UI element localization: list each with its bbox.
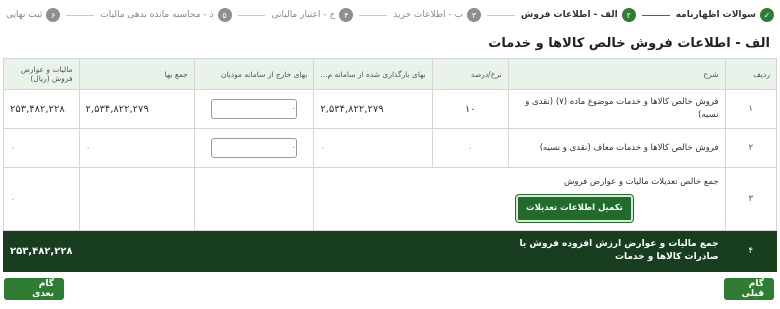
complete-adjustments-button[interactable]: تکمیل اطلاعات تعدیلات <box>515 194 634 223</box>
step-connector <box>641 14 670 16</box>
row-index: ۳ <box>724 167 778 231</box>
outside-value-input[interactable]: ۰ <box>211 99 298 119</box>
step-number: ۵ <box>217 8 232 22</box>
check-icon: ✓ <box>760 8 774 22</box>
system-value: ۲,۵۳۴,۸۲۲,۲۷۹ <box>320 103 384 115</box>
step-number: ۲ <box>621 8 636 22</box>
row-index: ۲ <box>724 128 778 168</box>
step-tax-credit[interactable]: ۴ ج - اعتبار مالیاتی <box>271 8 354 22</box>
step-connector <box>486 14 515 16</box>
row-description: فروش خالص کالاها و خدمات موضوع ماده (۷) … <box>507 89 726 129</box>
total-tax: ۲۵۳,۴۸۲,۲۲۸ <box>3 230 80 272</box>
sum-value: ۲,۵۳۴,۸۲۲,۲۷۹ <box>85 103 149 115</box>
row-sum: ۲,۵۳۴,۸۲۲,۲۷۹ <box>78 89 195 129</box>
row-outside-value <box>193 167 315 231</box>
step-label: الف - اطلاعات فروش <box>520 10 618 20</box>
row-sum <box>78 167 195 231</box>
row-description: جمع خالص تعدیلات مالیات و عوارض فروش تکم… <box>313 167 726 231</box>
total-description: جمع مالیات و عوارض ارزش افزوده فروش یا ص… <box>78 230 726 272</box>
step-label: سوالات اظهارنامه <box>675 10 756 20</box>
header-system-value: بهای بارگذاری شده از سامانه م... <box>313 58 433 90</box>
total-tax-value: ۲۵۳,۴۸۲,۲۲۸ <box>10 245 73 257</box>
row-tax: ۰ <box>3 167 80 231</box>
system-value: ۰ <box>320 142 326 154</box>
header-outside-value: بهای خارج از سامانه مودیان <box>193 58 315 90</box>
adjustments-label: جمع خالص تعدیلات مالیات و عوارض فروش <box>564 177 719 187</box>
header-tax: مالیات و عوارض فروش (ریال) <box>3 58 80 90</box>
row-tax: ۰ <box>3 128 80 168</box>
header-idx: ردیف <box>724 58 778 90</box>
outside-value-input[interactable]: ۰ <box>211 138 298 158</box>
step-number: ۴ <box>339 8 354 22</box>
total-row: ۴ جمع مالیات و عوارض ارزش افزوده فروش یا… <box>3 230 778 272</box>
row-tax: ۲۵۳,۴۸۲,۲۲۸ <box>3 89 80 129</box>
table-row: ۳ جمع خالص تعدیلات مالیات و عوارض فروش ت… <box>3 167 778 231</box>
adjustments-button-wrap: تکمیل اطلاعات تعدیلات <box>320 189 718 223</box>
row-index: ۴ <box>724 230 778 272</box>
header-rate: نرخ/درصد <box>431 58 509 90</box>
total-label: جمع مالیات و عوارض ارزش افزوده فروش یا ص… <box>519 239 719 262</box>
rate-value: ۱۰ <box>464 103 476 115</box>
step-tax-balance[interactable]: ۵ د - محاسبه مانده بدهی مالیات <box>100 8 232 22</box>
row-system-value: ۰ <box>313 128 433 168</box>
row-index: ۱ <box>724 89 778 129</box>
step-connector <box>66 14 95 16</box>
header-desc: شرح <box>507 58 726 90</box>
step-connector <box>359 14 388 16</box>
step-number: ۳ <box>466 8 481 22</box>
tax-value: ۲۵۳,۴۸۲,۲۲۸ <box>10 103 65 115</box>
next-step-button[interactable]: گام بعدی <box>4 278 64 300</box>
row-system-value: ۲,۵۳۴,۸۲۲,۲۷۹ <box>313 89 433 129</box>
row-sum: ۰ <box>78 128 195 168</box>
step-sales-info[interactable]: ۲ الف - اطلاعات فروش <box>521 8 636 22</box>
page-title: الف - اطلاعات فروش خالص کالاها و خدمات <box>488 36 770 51</box>
table-row: ۲ فروش خالص کالاها و خدمات معاف (نقدی و … <box>3 128 778 168</box>
step-number: ۶ <box>46 8 61 22</box>
sum-value: ۰ <box>85 142 91 154</box>
step-purchase-info[interactable]: ۳ ب - اطلاعات خرید <box>393 8 481 22</box>
row-outside-value: ۰ <box>193 128 315 168</box>
row-outside-value: ۰ <box>193 89 315 129</box>
table-row: ۱ فروش خالص کالاها و خدمات موضوع ماده (۷… <box>3 89 778 129</box>
previous-step-button[interactable]: گام قبلی <box>724 278 774 300</box>
header-sum: جمع بها <box>78 58 195 90</box>
row-rate: ۰ <box>431 128 509 168</box>
step-final-submit[interactable]: ۶ ثبت نهایی <box>5 8 61 22</box>
progress-stepper: ✓ سوالات اظهارنامه ۲ الف - اطلاعات فروش … <box>0 0 780 30</box>
step-label: ب - اطلاعات خرید <box>393 10 463 20</box>
step-connector <box>237 14 266 16</box>
tax-value: ۰ <box>10 193 16 205</box>
table-header-row: ردیف شرح نرخ/درصد بهای بارگذاری شده از س… <box>3 58 778 90</box>
rate-value: ۰ <box>467 142 473 154</box>
sales-table: ردیف شرح نرخ/درصد بهای بارگذاری شده از س… <box>3 58 778 272</box>
step-label: ثبت نهایی <box>5 10 43 20</box>
row-description: فروش خالص کالاها و خدمات معاف (نقدی و نس… <box>507 128 726 168</box>
step-label: ج - اعتبار مالیاتی <box>271 10 336 20</box>
tax-value: ۰ <box>10 142 16 154</box>
step-label: د - محاسبه مانده بدهی مالیات <box>100 10 214 20</box>
step-questions[interactable]: ✓ سوالات اظهارنامه <box>676 8 774 22</box>
row-rate: ۱۰ <box>431 89 509 129</box>
